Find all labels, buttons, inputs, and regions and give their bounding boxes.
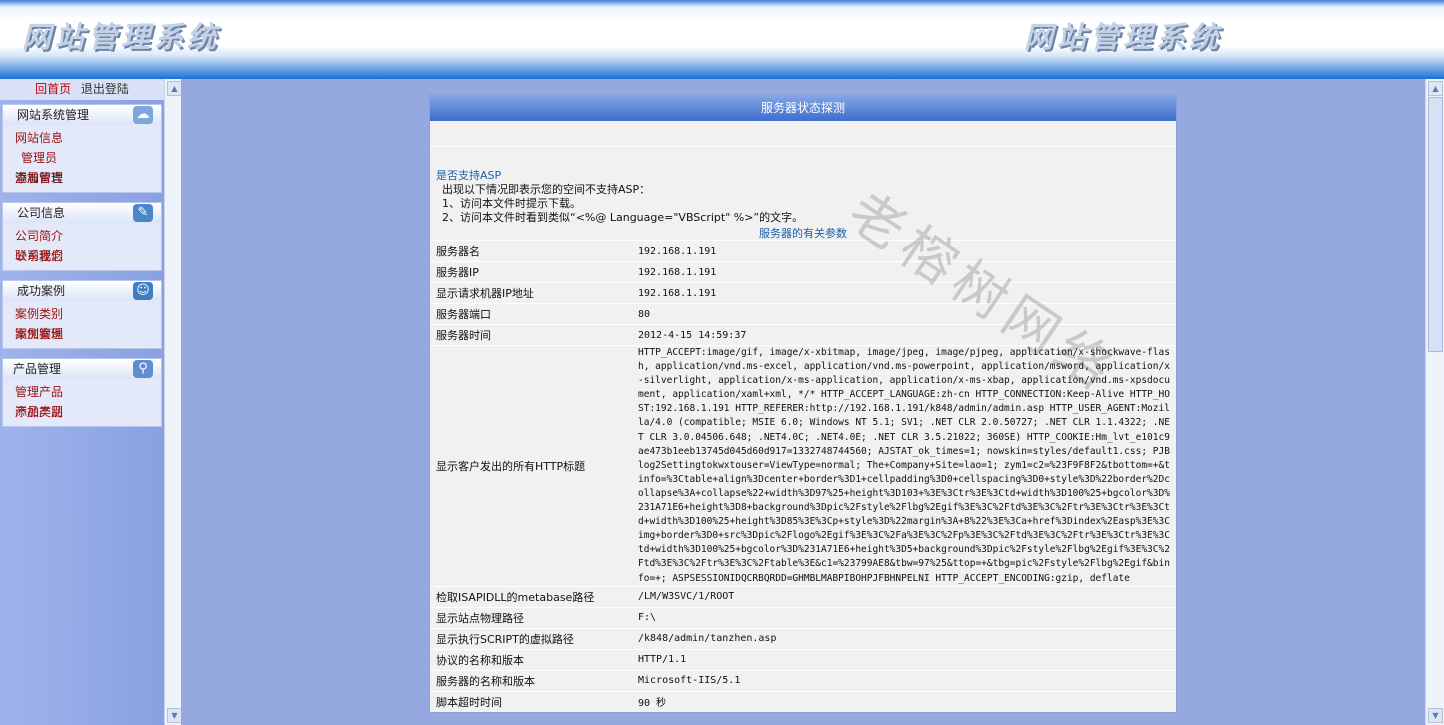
header-banner: 网站管理系统 网站管理系统: [0, 0, 1444, 79]
network-icon: ☁: [133, 106, 153, 124]
table-row: 检取ISAPIDLL的metabase路径/LM/W3SVC/1/ROOT: [430, 585, 1176, 608]
menu-item-manage-products[interactable]: 管理产品: [15, 382, 91, 402]
param-key: 脚本超时时间: [430, 690, 633, 712]
param-value: /LM/W3SVC/1/ROOT: [633, 585, 1176, 608]
menu-header-label: 公司信息: [17, 206, 66, 220]
scroll-thumb[interactable]: [1428, 97, 1443, 352]
param-value: 192.168.1.191: [633, 282, 1176, 304]
table-row: 显示站点物理路径 F:\: [430, 606, 1176, 629]
menu-group-company: 公司信息 ✎ 公司简介联系我们 公司理念: [2, 202, 162, 271]
blank-row: [430, 121, 1176, 147]
section-title: 服务器的有关参数: [759, 227, 847, 240]
table-row: 协议的名称和版本 HTTP/1.1: [430, 648, 1176, 671]
scroll-down-icon[interactable]: ▼: [167, 708, 182, 723]
table-row: 服务器的名称和版本 Microsoft-IIS/5.1: [430, 669, 1176, 692]
main-content: 服务器状态探测 是否支持ASP 出现以下情况即表示您的空间不支持ASP： 1、访…: [181, 79, 1425, 725]
asp-line: 出现以下情况即表示您的空间不支持ASP：: [442, 183, 651, 196]
home-link[interactable]: 回首页: [35, 82, 71, 96]
menu-item-case-category[interactable]: 案例类别: [15, 304, 91, 324]
edit-icon: ✎: [133, 204, 153, 222]
menu-header[interactable]: 公司信息 ✎: [3, 203, 161, 223]
menu-header[interactable]: 产品管理 ⚲: [3, 359, 161, 379]
table-row: 服务器时间 2012-4-15 14:59:37: [430, 324, 1176, 346]
sidebar-scrollbar[interactable]: ▲ ▼: [164, 79, 182, 725]
table-row: 服务器名 192.168.1.191: [430, 240, 1176, 262]
main-scrollbar[interactable]: ▲ ▼: [1425, 79, 1444, 725]
table-row: 服务器端口 80: [430, 303, 1176, 325]
param-key: 显示请求机器IP地址: [430, 282, 633, 304]
param-value: HTTP/1.1: [633, 648, 1176, 671]
asp-line: 1、访问本文件时提示下载。: [442, 197, 581, 210]
menu-item-admin[interactable]: 管理员: [15, 148, 91, 168]
table-row: 显示客户发出的所有HTTP标题 HTTP_ACCEPT:image/gif, i…: [430, 345, 1176, 587]
menu-header[interactable]: 成功案例 ☺: [3, 281, 161, 301]
menu-item-company-intro[interactable]: 公司简介: [15, 226, 91, 246]
panel-title: 服务器状态探测: [430, 95, 1176, 121]
asp-support-block: 是否支持ASP 出现以下情况即表示您的空间不支持ASP： 1、访问本文件时提示下…: [430, 147, 1176, 227]
menu-header-label: 产品管理: [13, 362, 62, 376]
search-icon: ⚲: [133, 360, 153, 378]
param-key: 显示站点物理路径: [430, 606, 633, 629]
menu-item-view-messages[interactable]: 查看留言: [15, 168, 91, 188]
param-value: 192.168.1.191: [633, 240, 1176, 262]
param-value: 90 秒: [633, 690, 1176, 712]
param-key: 服务器IP: [430, 261, 633, 283]
logout-link[interactable]: 退出登陆: [81, 82, 129, 96]
table-row: 服务器IP 192.168.1.191: [430, 261, 1176, 283]
param-value: F:\: [633, 606, 1176, 629]
server-status-panel: 服务器状态探测 是否支持ASP 出现以下情况即表示您的空间不支持ASP： 1、访…: [429, 94, 1177, 713]
param-value: Microsoft-IIS/5.1: [633, 669, 1176, 692]
menu-header-label: 成功案例: [17, 284, 66, 298]
logo-right: 网站管理系统: [1024, 20, 1223, 54]
menu-item-site-info[interactable]: 网站信息: [15, 128, 91, 148]
menu-item-company-philosophy[interactable]: 公司理念: [15, 246, 91, 266]
asp-line: 2、访问本文件时看到类似“<%@ Language="VBScript" %>”…: [442, 211, 804, 224]
top-nav: 回首页 退出登陆: [0, 79, 164, 100]
menu-group-site-system: 网站系统管理 ☁ 网站信息 管理员添加管理 查看留言: [2, 104, 162, 193]
param-value: 192.168.1.191: [633, 261, 1176, 283]
param-value: 80: [633, 303, 1176, 325]
scroll-up-icon[interactable]: ▲: [1428, 81, 1443, 96]
server-params-table: 服务器名 192.168.1.191 服务器IP 192.168.1.191 显示请求机…: [430, 240, 1176, 712]
param-key: 服务器时间: [430, 324, 633, 346]
table-row: 脚本超时时间 90 秒: [430, 690, 1176, 712]
logo-left: 网站管理系统: [22, 20, 221, 54]
table-row: 显示请求机器IP地址 192.168.1.191: [430, 282, 1176, 304]
param-key: 服务器的名称和版本: [430, 669, 633, 692]
menu-item-product-category[interactable]: 产品类别: [15, 402, 91, 422]
menu-header-label: 网站系统管理: [17, 108, 90, 122]
param-key: 服务器端口: [430, 303, 633, 325]
menu-group-products: 产品管理 ⚲ 管理产品添加产品 产品类别: [2, 358, 162, 427]
menu-header[interactable]: 网站系统管理 ☁: [3, 105, 161, 125]
table-row: 显示执行SCRIPT的虚拟路径/k848/admin/tanzhen.asp: [430, 627, 1176, 650]
scroll-up-icon[interactable]: ▲: [167, 81, 182, 96]
param-key: 服务器名: [430, 240, 633, 262]
param-key: 显示执行SCRIPT的虚拟路径: [430, 627, 633, 650]
param-value: 2012-4-15 14:59:37: [633, 324, 1176, 346]
menu-item-add-case[interactable]: 添加案例: [15, 324, 91, 344]
param-key: 显示客户发出的所有HTTP标题: [430, 345, 633, 587]
param-key: 协议的名称和版本: [430, 648, 633, 671]
param-key: 检取ISAPIDLL的metabase路径: [430, 585, 633, 608]
param-value: /k848/admin/tanzhen.asp: [633, 627, 1176, 650]
menu-group-cases: 成功案例 ☺ 案例类别案例管理 添加案例: [2, 280, 162, 349]
scroll-down-icon[interactable]: ▼: [1428, 708, 1443, 723]
user-icon: ☺: [133, 282, 153, 300]
asp-title: 是否支持ASP: [436, 169, 502, 182]
sidebar: 回首页 退出登陆 网站系统管理 ☁ 网站信息 管理员添加管理 查看留言 公司信息…: [0, 79, 164, 725]
param-value: HTTP_ACCEPT:image/gif, image/x-xbitmap, …: [633, 345, 1176, 587]
